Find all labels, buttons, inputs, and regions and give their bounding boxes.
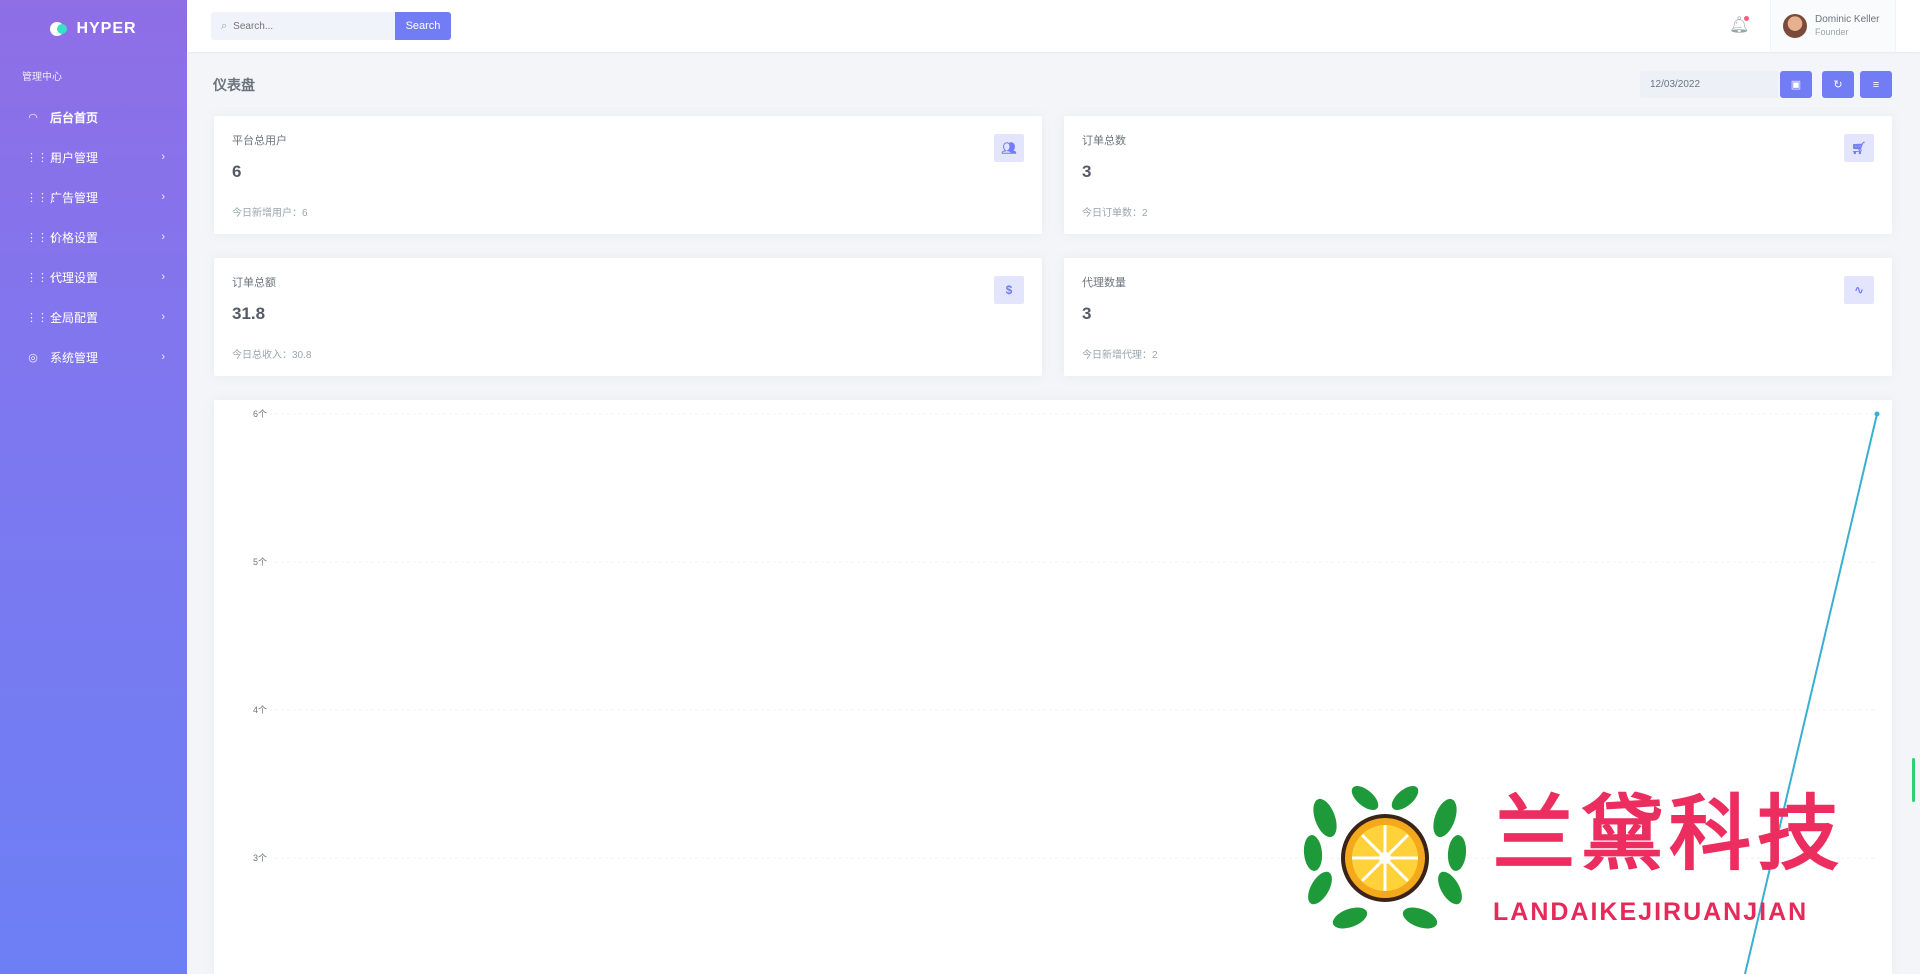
user-menu[interactable]: Dominic Keller Founder xyxy=(1770,0,1896,52)
y-tick-label: 3个 xyxy=(253,853,267,863)
card-title: 订单总额 xyxy=(232,277,276,289)
notification-badge xyxy=(1744,16,1749,21)
logo-mark-icon xyxy=(50,22,70,36)
filter-icon: ≡ xyxy=(1872,78,1880,91)
sidebar-item-label: 价格设置 xyxy=(50,230,99,245)
chevron-right-icon: › xyxy=(161,351,165,363)
orange-laurel-emblem-icon xyxy=(1303,786,1467,929)
search-box: ⌕ xyxy=(211,12,397,40)
sidebar: HYPER 管理中心 ◠ 后台首页 ⋮⋮⋮ 用户管理 › ⋮⋮⋮ 广告管理 › … xyxy=(0,0,187,974)
topbar: ⌕ Search 🔔︎ Dominic Keller Founder xyxy=(187,0,1920,52)
chevron-right-icon: › xyxy=(161,191,165,203)
card-value: 3 xyxy=(1082,304,1092,323)
card-subtext: 今日总收入：30.8 xyxy=(232,350,312,361)
search-icon: ⌕ xyxy=(221,19,228,32)
avatar xyxy=(1783,14,1807,38)
date-field[interactable] xyxy=(1640,71,1778,98)
scrollbar-thumb[interactable] xyxy=(1912,758,1915,802)
stat-card-total-users: 平台总用户 6 今日新增用户：6 👥︎ xyxy=(214,116,1042,234)
stat-card-agent-count: 代理数量 3 今日新增代理：2 ∿ xyxy=(1064,258,1892,376)
sidebar-item-dashboard[interactable]: ◠ 后台首页 xyxy=(0,97,187,137)
grid-icon: ⋮⋮⋮ xyxy=(26,231,59,244)
speedometer-icon: ◠ xyxy=(28,111,38,124)
filter-button[interactable]: ≡ xyxy=(1860,71,1892,98)
sidebar-item-label: 系统管理 xyxy=(50,350,99,365)
sidebar-item-agents[interactable]: ⋮⋮⋮ 代理设置 › xyxy=(0,257,187,297)
grid-icon: ⋮⋮⋮ xyxy=(26,311,59,324)
card-value: 6 xyxy=(232,162,242,181)
sidebar-item-label: 代理设置 xyxy=(50,270,99,285)
grid-icon: ⋮⋮⋮ xyxy=(26,151,59,164)
stat-card-order-amount: 订单总额 31.8 今日总收入：30.8 $ xyxy=(214,258,1042,376)
nav-section-title: 管理中心 xyxy=(22,72,62,83)
y-tick-label: 4个 xyxy=(253,705,267,715)
chevron-right-icon: › xyxy=(161,271,165,283)
card-value: 31.8 xyxy=(232,304,266,323)
sidebar-item-pricing[interactable]: ⋮⋮⋮ 价格设置 › xyxy=(0,217,187,257)
card-subtext: 今日新增用户：6 xyxy=(232,208,308,219)
data-point[interactable] xyxy=(1874,411,1880,417)
sidebar-item-label: 后台首页 xyxy=(50,110,99,125)
watermark-title: 兰黛科技 xyxy=(1493,786,1846,882)
user-role: Founder xyxy=(1815,27,1849,37)
calendar-icon: ▣ xyxy=(1790,79,1802,91)
stat-card-total-orders: 订单总数 3 今日订单数：2 🛒︎ xyxy=(1064,116,1892,234)
sidebar-item-users[interactable]: ⋮⋮⋮ 用户管理 › xyxy=(0,137,187,177)
users-icon: 👥︎ xyxy=(994,134,1024,162)
app-name: HYPER xyxy=(76,20,137,37)
chevron-right-icon: › xyxy=(161,311,165,323)
sidebar-item-ads[interactable]: ⋮⋮⋮ 广告管理 › xyxy=(0,177,187,217)
location-pin-icon: ◎ xyxy=(28,351,38,364)
card-title: 平台总用户 xyxy=(232,135,287,147)
card-title: 订单总数 xyxy=(1082,135,1126,147)
grid-icon: ⋮⋮⋮ xyxy=(26,271,59,284)
sidebar-item-label: 用户管理 xyxy=(50,150,99,165)
sidebar-item-label: 全局配置 xyxy=(50,310,99,325)
chevron-right-icon: › xyxy=(161,231,165,243)
sidebar-item-label: 广告管理 xyxy=(50,190,99,205)
sidebar-item-system[interactable]: ◎ 系统管理 › xyxy=(0,337,187,377)
chevron-right-icon: › xyxy=(161,151,165,163)
watermark-subtitle: LANDAIKEJIRUANJIAN xyxy=(1493,898,1809,926)
sidebar-item-global-config[interactable]: ⋮⋮⋮ 全局配置 › xyxy=(0,297,187,337)
refresh-button[interactable]: ↻ xyxy=(1822,71,1854,98)
watermark-logo: 兰黛科技 LANDAIKEJIRUANJIAN xyxy=(1295,778,1905,938)
search-button[interactable]: Search xyxy=(395,12,451,40)
cart-icon: 🛒︎ xyxy=(1844,134,1874,162)
y-tick-label: 6个 xyxy=(253,409,267,419)
grid-icon: ⋮⋮⋮ xyxy=(26,191,59,204)
y-tick-label: 5个 xyxy=(253,557,267,567)
user-name: Dominic Keller xyxy=(1815,14,1880,25)
pulse-icon: ∿ xyxy=(1844,276,1874,304)
card-title: 代理数量 xyxy=(1082,277,1126,289)
card-value: 3 xyxy=(1082,162,1092,181)
page-title: 仪表盘 xyxy=(213,77,255,93)
search-input[interactable] xyxy=(233,20,374,32)
calendar-button[interactable]: ▣ xyxy=(1780,71,1812,98)
refresh-icon: ↻ xyxy=(1833,79,1843,91)
card-subtext: 今日新增代理：2 xyxy=(1082,350,1158,361)
app-logo[interactable]: HYPER xyxy=(0,0,187,58)
dollar-icon: $ xyxy=(994,276,1024,304)
card-subtext: 今日订单数：2 xyxy=(1082,208,1148,219)
